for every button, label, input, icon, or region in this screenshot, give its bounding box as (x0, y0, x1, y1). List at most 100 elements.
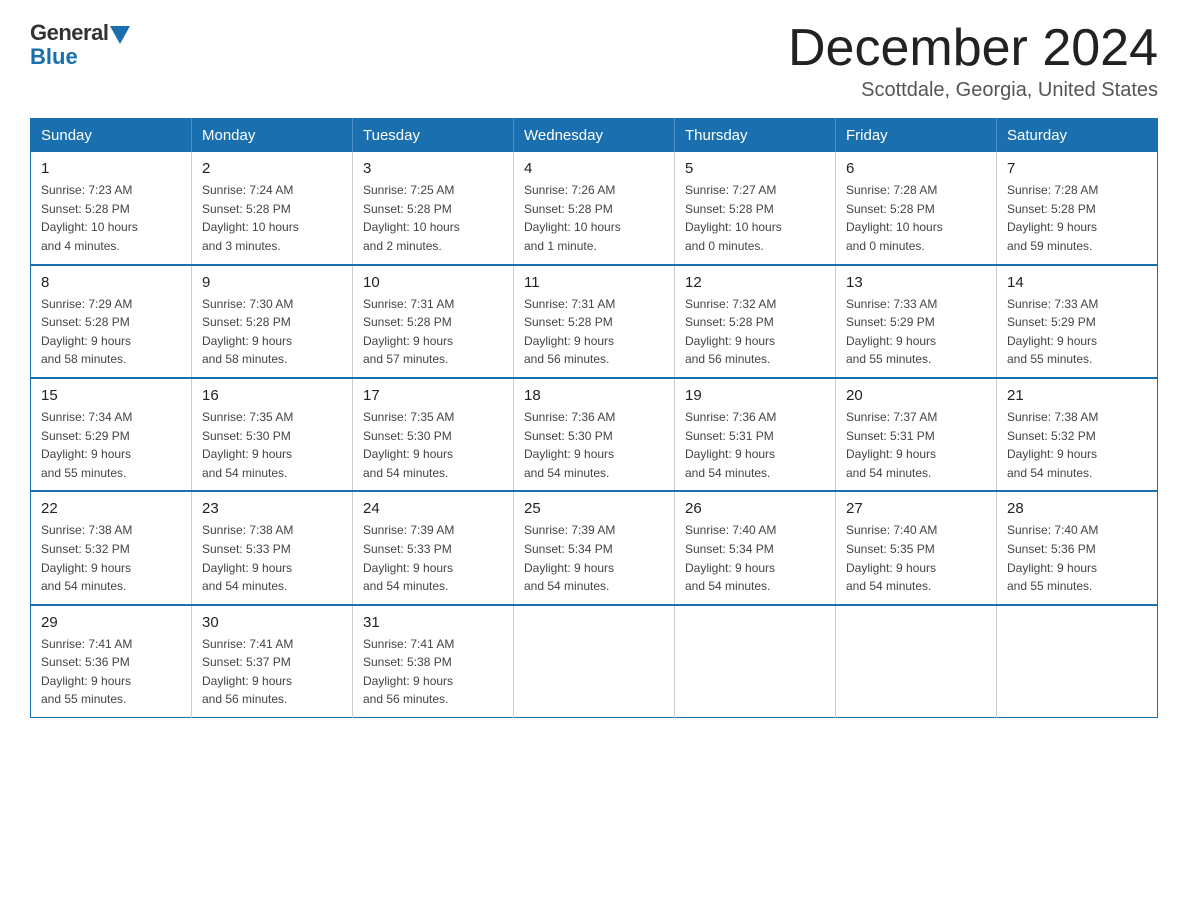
calendar-week-row: 29 Sunrise: 7:41 AM Sunset: 5:36 PM Dayli… (31, 605, 1158, 718)
day-info: Sunrise: 7:26 AM Sunset: 5:28 PM Dayligh… (524, 181, 664, 255)
calendar-day-cell: 31 Sunrise: 7:41 AM Sunset: 5:38 PM Dayli… (353, 605, 514, 718)
day-info: Sunrise: 7:34 AM Sunset: 5:29 PM Dayligh… (41, 408, 181, 482)
day-number: 3 (363, 160, 503, 177)
calendar-day-cell: 4 Sunrise: 7:26 AM Sunset: 5:28 PM Daylig… (514, 152, 675, 264)
day-info: Sunrise: 7:41 AM Sunset: 5:37 PM Dayligh… (202, 635, 342, 709)
day-info: Sunrise: 7:31 AM Sunset: 5:28 PM Dayligh… (363, 295, 503, 369)
day-info: Sunrise: 7:41 AM Sunset: 5:38 PM Dayligh… (363, 635, 503, 709)
day-info: Sunrise: 7:40 AM Sunset: 5:34 PM Dayligh… (685, 521, 825, 595)
day-info: Sunrise: 7:39 AM Sunset: 5:33 PM Dayligh… (363, 521, 503, 595)
day-number: 25 (524, 500, 664, 517)
calendar-day-cell (836, 605, 997, 718)
day-number: 10 (363, 274, 503, 291)
day-info: Sunrise: 7:33 AM Sunset: 5:29 PM Dayligh… (846, 295, 986, 369)
day-info: Sunrise: 7:24 AM Sunset: 5:28 PM Dayligh… (202, 181, 342, 255)
day-number: 12 (685, 274, 825, 291)
day-info: Sunrise: 7:28 AM Sunset: 5:28 PM Dayligh… (846, 181, 986, 255)
day-number: 4 (524, 160, 664, 177)
day-info: Sunrise: 7:38 AM Sunset: 5:33 PM Dayligh… (202, 521, 342, 595)
calendar-day-cell: 7 Sunrise: 7:28 AM Sunset: 5:28 PM Daylig… (997, 152, 1158, 264)
calendar-day-cell: 23 Sunrise: 7:38 AM Sunset: 5:33 PM Dayli… (192, 491, 353, 604)
calendar-week-row: 1 Sunrise: 7:23 AM Sunset: 5:28 PM Daylig… (31, 152, 1158, 264)
calendar-day-cell: 20 Sunrise: 7:37 AM Sunset: 5:31 PM Dayli… (836, 378, 997, 491)
logo: General Blue (30, 20, 130, 70)
day-number: 5 (685, 160, 825, 177)
day-info: Sunrise: 7:38 AM Sunset: 5:32 PM Dayligh… (1007, 408, 1147, 482)
calendar-day-cell: 19 Sunrise: 7:36 AM Sunset: 5:31 PM Dayli… (675, 378, 836, 491)
calendar-day-cell: 8 Sunrise: 7:29 AM Sunset: 5:28 PM Daylig… (31, 265, 192, 378)
day-info: Sunrise: 7:29 AM Sunset: 5:28 PM Dayligh… (41, 295, 181, 369)
calendar-day-cell: 2Sunrise: 7:24 AM Sunset: 5:28 PM Daylig… (192, 152, 353, 264)
day-number: 23 (202, 500, 342, 517)
calendar-day-cell: 10 Sunrise: 7:31 AM Sunset: 5:28 PM Dayli… (353, 265, 514, 378)
day-info: Sunrise: 7:30 AM Sunset: 5:28 PM Dayligh… (202, 295, 342, 369)
day-number: 19 (685, 387, 825, 404)
day-of-week-header: Saturday (997, 119, 1158, 153)
calendar-table: SundayMondayTuesdayWednesdayThursdayFrid… (30, 118, 1158, 718)
calendar-day-cell: 9 Sunrise: 7:30 AM Sunset: 5:28 PM Daylig… (192, 265, 353, 378)
calendar-day-cell (514, 605, 675, 718)
calendar-day-cell: 27 Sunrise: 7:40 AM Sunset: 5:35 PM Dayli… (836, 491, 997, 604)
day-of-week-header: Monday (192, 119, 353, 153)
calendar-day-cell: 15Sunrise: 7:34 AM Sunset: 5:29 PM Dayli… (31, 378, 192, 491)
day-number: 11 (524, 274, 664, 291)
day-info: Sunrise: 7:23 AM Sunset: 5:28 PM Dayligh… (41, 181, 181, 255)
location-subtitle: Scottdale, Georgia, United States (788, 79, 1158, 102)
calendar-day-cell: 22Sunrise: 7:38 AM Sunset: 5:32 PM Dayli… (31, 491, 192, 604)
logo-arrow-icon (110, 26, 130, 44)
day-info: Sunrise: 7:41 AM Sunset: 5:36 PM Dayligh… (41, 635, 181, 709)
day-number: 8 (41, 274, 181, 291)
day-number: 29 (41, 614, 181, 631)
calendar-day-cell: 11 Sunrise: 7:31 AM Sunset: 5:28 PM Dayli… (514, 265, 675, 378)
day-info: Sunrise: 7:28 AM Sunset: 5:28 PM Dayligh… (1007, 181, 1147, 255)
day-number: 20 (846, 387, 986, 404)
calendar-week-row: 22Sunrise: 7:38 AM Sunset: 5:32 PM Dayli… (31, 491, 1158, 604)
calendar-week-row: 15Sunrise: 7:34 AM Sunset: 5:29 PM Dayli… (31, 378, 1158, 491)
day-info: Sunrise: 7:40 AM Sunset: 5:36 PM Dayligh… (1007, 521, 1147, 595)
day-info: Sunrise: 7:35 AM Sunset: 5:30 PM Dayligh… (202, 408, 342, 482)
day-number: 26 (685, 500, 825, 517)
calendar-day-cell: 12 Sunrise: 7:32 AM Sunset: 5:28 PM Dayli… (675, 265, 836, 378)
calendar-day-cell: 25Sunrise: 7:39 AM Sunset: 5:34 PM Dayli… (514, 491, 675, 604)
day-of-week-header: Tuesday (353, 119, 514, 153)
day-of-week-header: Sunday (31, 119, 192, 153)
day-info: Sunrise: 7:36 AM Sunset: 5:31 PM Dayligh… (685, 408, 825, 482)
calendar-day-cell: 6 Sunrise: 7:28 AM Sunset: 5:28 PM Daylig… (836, 152, 997, 264)
day-info: Sunrise: 7:38 AM Sunset: 5:32 PM Dayligh… (41, 521, 181, 595)
calendar-day-cell: 14Sunrise: 7:33 AM Sunset: 5:29 PM Dayli… (997, 265, 1158, 378)
day-number: 7 (1007, 160, 1147, 177)
calendar-day-cell: 21Sunrise: 7:38 AM Sunset: 5:32 PM Dayli… (997, 378, 1158, 491)
title-block: December 2024 Scottdale, Georgia, United… (788, 20, 1158, 102)
day-info: Sunrise: 7:36 AM Sunset: 5:30 PM Dayligh… (524, 408, 664, 482)
day-info: Sunrise: 7:25 AM Sunset: 5:28 PM Dayligh… (363, 181, 503, 255)
day-of-week-header: Friday (836, 119, 997, 153)
day-number: 6 (846, 160, 986, 177)
calendar-day-cell: 5 Sunrise: 7:27 AM Sunset: 5:28 PM Daylig… (675, 152, 836, 264)
page-header: General Blue December 2024 Scottdale, Ge… (30, 20, 1158, 102)
calendar-header-row: SundayMondayTuesdayWednesdayThursdayFrid… (31, 119, 1158, 153)
calendar-day-cell: 18Sunrise: 7:36 AM Sunset: 5:30 PM Dayli… (514, 378, 675, 491)
day-info: Sunrise: 7:40 AM Sunset: 5:35 PM Dayligh… (846, 521, 986, 595)
month-title: December 2024 (788, 20, 1158, 77)
calendar-day-cell: 29 Sunrise: 7:41 AM Sunset: 5:36 PM Dayli… (31, 605, 192, 718)
day-number: 27 (846, 500, 986, 517)
day-info: Sunrise: 7:37 AM Sunset: 5:31 PM Dayligh… (846, 408, 986, 482)
day-info: Sunrise: 7:35 AM Sunset: 5:30 PM Dayligh… (363, 408, 503, 482)
day-number: 31 (363, 614, 503, 631)
day-number: 13 (846, 274, 986, 291)
day-number: 28 (1007, 500, 1147, 517)
calendar-day-cell: 16 Sunrise: 7:35 AM Sunset: 5:30 PM Dayli… (192, 378, 353, 491)
day-number: 16 (202, 387, 342, 404)
day-info: Sunrise: 7:31 AM Sunset: 5:28 PM Dayligh… (524, 295, 664, 369)
day-number: 17 (363, 387, 503, 404)
day-info: Sunrise: 7:32 AM Sunset: 5:28 PM Dayligh… (685, 295, 825, 369)
calendar-day-cell: 28 Sunrise: 7:40 AM Sunset: 5:36 PM Dayli… (997, 491, 1158, 604)
calendar-day-cell: 1 Sunrise: 7:23 AM Sunset: 5:28 PM Daylig… (31, 152, 192, 264)
day-number: 1 (41, 160, 181, 177)
calendar-day-cell: 13 Sunrise: 7:33 AM Sunset: 5:29 PM Dayli… (836, 265, 997, 378)
day-of-week-header: Wednesday (514, 119, 675, 153)
calendar-week-row: 8 Sunrise: 7:29 AM Sunset: 5:28 PM Daylig… (31, 265, 1158, 378)
day-number: 30 (202, 614, 342, 631)
day-info: Sunrise: 7:27 AM Sunset: 5:28 PM Dayligh… (685, 181, 825, 255)
day-number: 9 (202, 274, 342, 291)
